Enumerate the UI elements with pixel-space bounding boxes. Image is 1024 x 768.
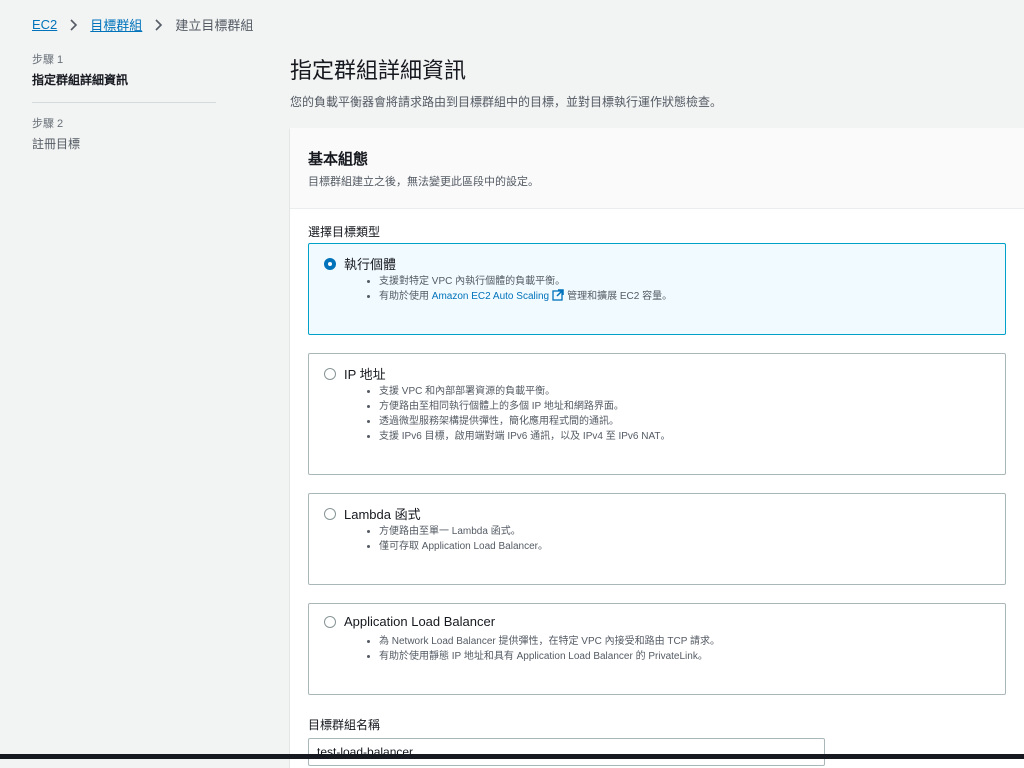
bottom-edge-bar bbox=[0, 754, 1024, 759]
target-type-ip-tile[interactable]: IP 地址 支援 VPC 和內部部署資源的負載平衡。 方便路由至相同執行個體上的… bbox=[308, 353, 1006, 475]
page-description: 您的負載平衡器會將請求路由到目標群組中的目標，並對目標執行運作狀態檢查。 bbox=[290, 95, 723, 109]
list-item: 有助於使用 Amazon EC2 Auto Scaling 管理和擴展 EC2 容… bbox=[379, 289, 672, 306]
radio-button-selected[interactable] bbox=[324, 257, 336, 270]
radio-button[interactable] bbox=[324, 615, 336, 628]
list-item: 支援 VPC 和內部部署資源的負載平衡。 bbox=[379, 384, 671, 399]
tile-head: IP 地址 bbox=[324, 364, 386, 383]
step-2: 步驟 2 註冊目標 bbox=[32, 102, 216, 166]
target-group-name-input[interactable] bbox=[308, 738, 825, 766]
panel-description: 目標群組建立之後，無法變更此區段中的設定。 bbox=[308, 176, 539, 188]
list-item: 方便路由至相同執行個體上的多個 IP 地址和網路界面。 bbox=[379, 399, 671, 414]
ec2-auto-scaling-link[interactable]: Amazon EC2 Auto Scaling bbox=[432, 291, 549, 302]
bullet-text: 管理和擴展 EC2 容量。 bbox=[567, 291, 673, 302]
tile-label: 執行個體 bbox=[344, 257, 397, 272]
step-number: 步驟 2 bbox=[32, 118, 64, 130]
step-title: 註冊目標 bbox=[32, 137, 81, 151]
breadcrumb: EC2 目標群組 建立目標群組 bbox=[32, 15, 253, 34]
target-type-instances-tile[interactable]: 執行個體 支援對特定 VPC 內執行個體的負載平衡。 有助於使用 Amazon … bbox=[308, 243, 1006, 335]
target-type-alb-tile[interactable]: Application Load Balancer 為 Network Load… bbox=[308, 603, 1006, 695]
external-link-icon bbox=[552, 289, 564, 306]
breadcrumb-current: 建立目標群組 bbox=[175, 18, 254, 33]
list-item: 為 Network Load Balancer 提供彈性，在特定 VPC 內接受… bbox=[379, 634, 720, 649]
panel-title: 基本組態 bbox=[308, 151, 369, 168]
tile-head: Application Load Balancer bbox=[324, 614, 495, 629]
radio-button[interactable] bbox=[324, 367, 336, 380]
list-item: 支援對特定 VPC 內執行個體的負載平衡。 bbox=[379, 274, 672, 289]
step-1: 步驟 1 指定群組詳細資訊 bbox=[32, 53, 216, 102]
tile-bullets: 支援 VPC 和內部部署資源的負載平衡。 方便路由至相同執行個體上的多個 IP … bbox=[367, 384, 671, 444]
wizard-steps: 步驟 1 指定群組詳細資訊 步驟 2 註冊目標 bbox=[32, 53, 216, 166]
tile-bullets: 支援對特定 VPC 內執行個體的負載平衡。 有助於使用 Amazon EC2 A… bbox=[367, 274, 672, 306]
list-item: 僅可存取 Application Load Balancer。 bbox=[379, 539, 548, 554]
basic-configuration-panel: 基本組態 目標群組建立之後，無法變更此區段中的設定。 選擇目標類型 執行個體 支… bbox=[290, 128, 1024, 768]
page-title: 指定群組詳細資訊 bbox=[290, 58, 467, 83]
breadcrumb-ec2-link[interactable]: EC2 bbox=[32, 17, 57, 32]
chevron-right-icon bbox=[69, 18, 78, 32]
tile-label: Lambda 函式 bbox=[344, 507, 421, 522]
target-type-label: 選擇目標類型 bbox=[308, 225, 381, 239]
list-item: 支援 IPv6 目標，啟用端對端 IPv6 通訊，以及 IPv4 至 IPv6 … bbox=[379, 429, 671, 444]
list-item: 透過微型服務架構提供彈性，簡化應用程式間的通訊。 bbox=[379, 414, 671, 429]
step-title: 指定群組詳細資訊 bbox=[32, 73, 129, 87]
tile-label: Application Load Balancer bbox=[344, 614, 496, 629]
bullet-text: 有助於使用 bbox=[379, 291, 429, 302]
tile-bullets: 為 Network Load Balancer 提供彈性，在特定 VPC 內接受… bbox=[367, 634, 720, 664]
tile-head: 執行個體 bbox=[324, 254, 396, 273]
tile-bullets: 方便路由至單一 Lambda 函式。 僅可存取 Application Load… bbox=[367, 524, 548, 554]
breadcrumb-target-groups-link[interactable]: 目標群組 bbox=[90, 15, 142, 34]
step-number: 步驟 1 bbox=[32, 54, 64, 66]
target-type-lambda-tile[interactable]: Lambda 函式 方便路由至單一 Lambda 函式。 僅可存取 Applic… bbox=[308, 493, 1006, 585]
tile-label: IP 地址 bbox=[344, 367, 386, 382]
list-item: 方便路由至單一 Lambda 函式。 bbox=[379, 524, 548, 539]
target-group-name-label: 目標群組名稱 bbox=[308, 718, 381, 732]
radio-button[interactable] bbox=[324, 507, 336, 520]
list-item: 有助於使用靜態 IP 地址和具有 Application Load Balanc… bbox=[379, 649, 720, 664]
tile-head: Lambda 函式 bbox=[324, 504, 421, 523]
panel-header: 基本組態 目標群組建立之後，無法變更此區段中的設定。 bbox=[290, 128, 1024, 209]
chevron-right-icon bbox=[154, 18, 163, 32]
